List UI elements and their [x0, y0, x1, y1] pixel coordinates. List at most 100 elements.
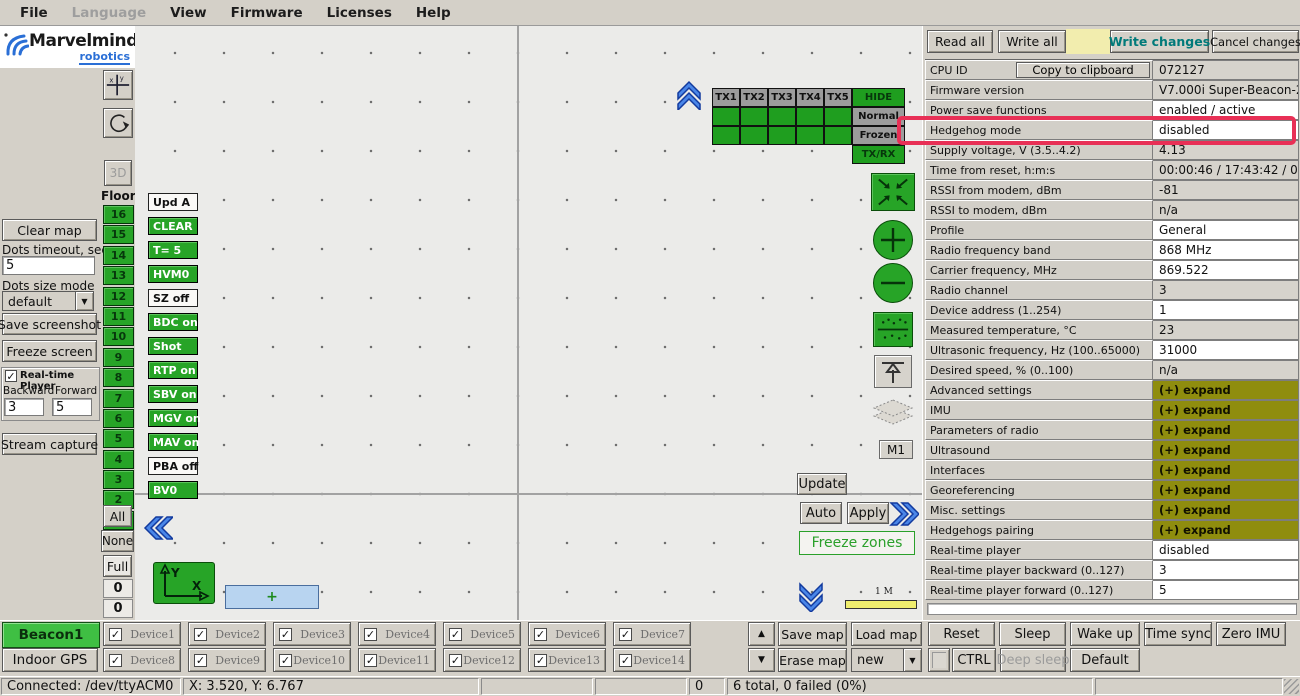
floors-none-button[interactable]: None — [101, 530, 134, 552]
axis-orientation-icon[interactable]: Y X — [153, 562, 215, 604]
checkbox-checked-icon[interactable]: ✓ — [364, 628, 377, 641]
chevron-left-icon[interactable] — [143, 514, 173, 542]
menu-item-licenses[interactable]: Licenses — [315, 2, 404, 24]
setting-value[interactable]: 23 — [1153, 320, 1299, 340]
checkbox-checked-icon[interactable]: ✓ — [619, 628, 632, 641]
tx-status-cell[interactable] — [768, 107, 796, 126]
device-toggle-device4[interactable]: ✓Device4 — [358, 622, 436, 646]
tx-hide-button[interactable]: HIDE — [852, 88, 905, 107]
checkbox-checked-icon[interactable]: ✓ — [109, 628, 122, 641]
setting-value[interactable]: 869.522 — [1153, 260, 1299, 280]
dots-timeout-input[interactable]: 5 — [2, 256, 95, 275]
ctrl-button[interactable]: CTRL — [952, 648, 996, 672]
tx-header-tx1[interactable]: TX1 — [712, 88, 740, 107]
stream-capture-button[interactable]: Stream capture — [2, 433, 97, 455]
wake-up-button[interactable]: Wake up — [1070, 622, 1140, 646]
floor-button-6[interactable]: 6 — [103, 409, 134, 428]
3d-view-button[interactable]: 3D — [104, 160, 132, 186]
xy-crosshair-button[interactable]: x y — [103, 70, 133, 100]
floor-button-9[interactable]: 9 — [103, 348, 134, 367]
chevron-right-icon[interactable] — [889, 500, 919, 528]
setting-value[interactable]: 31000 — [1153, 340, 1299, 360]
tx-status-cell[interactable] — [824, 107, 852, 126]
ctrl-checkbox[interactable] — [928, 648, 950, 672]
menu-item-firmware[interactable]: Firmware — [219, 2, 315, 24]
tx-txrx-button[interactable]: TX/RX — [852, 145, 905, 164]
time-sync-button[interactable]: Time sync — [1144, 622, 1212, 646]
setting-expand-button[interactable]: (+) expand — [1153, 520, 1299, 540]
tx-status-cell[interactable] — [768, 126, 796, 145]
apply-button[interactable]: Apply — [847, 502, 889, 524]
freeze-zones-button[interactable]: Freeze zones — [799, 531, 915, 555]
setting-value[interactable]: V7.000i Super-Beacon-2 — [1153, 80, 1299, 100]
tx-header-tx2[interactable]: TX2 — [740, 88, 768, 107]
realtime-player-checkbox[interactable]: ✓ — [5, 370, 17, 382]
checkbox-checked-icon[interactable]: ✓ — [534, 628, 547, 641]
map-button-bv0[interactable]: BV0 — [148, 481, 198, 499]
setting-value[interactable]: enabled / active — [1153, 100, 1299, 120]
clear-map-button[interactable]: Clear map — [2, 219, 97, 241]
tx-status-cell[interactable] — [712, 126, 740, 145]
device-toggle-device10[interactable]: ✓Device10 — [273, 648, 351, 672]
tx-status-cell[interactable] — [740, 126, 768, 145]
tx-header-tx4[interactable]: TX4 — [796, 88, 824, 107]
device-toggle-device1[interactable]: ✓Device1 — [103, 622, 181, 646]
update-button[interactable]: Update — [797, 473, 847, 495]
checkbox-checked-icon[interactable]: ✓ — [279, 654, 292, 667]
device-toggle-device14[interactable]: ✓Device14 — [613, 648, 691, 672]
menu-item-view[interactable]: View — [158, 2, 218, 24]
setting-value[interactable]: 868 MHz — [1153, 240, 1299, 260]
submit-map-button[interactable] — [874, 355, 912, 388]
floor-button-14[interactable]: 14 — [103, 246, 134, 265]
checkbox-checked-icon[interactable]: ✓ — [194, 628, 207, 641]
map-button-sz-off[interactable]: SZ off — [148, 289, 198, 307]
setting-expand-button[interactable]: (+) expand — [1153, 380, 1299, 400]
floors-full-button[interactable]: Full — [103, 555, 132, 577]
checkbox-checked-icon[interactable]: ✓ — [194, 654, 207, 667]
checkbox-checked-icon[interactable]: ✓ — [449, 628, 462, 641]
map-button-bdc-on[interactable]: BDC on — [148, 313, 198, 331]
setting-expand-button[interactable]: (+) expand — [1153, 420, 1299, 440]
tx-frozen-button[interactable]: Frozen — [852, 126, 905, 145]
setting-value[interactable]: 3 — [1153, 560, 1299, 580]
auto-button[interactable]: Auto — [800, 502, 842, 524]
checkbox-checked-icon[interactable]: ✓ — [279, 628, 292, 641]
setting-value[interactable]: n/a — [1153, 360, 1299, 380]
setting-expand-button[interactable]: (+) expand — [1153, 400, 1299, 420]
checkbox-checked-icon[interactable]: ✓ — [449, 654, 462, 667]
sleep-button[interactable]: Sleep — [999, 622, 1066, 646]
tx-status-cell[interactable] — [824, 126, 852, 145]
setting-value[interactable]: 1 — [1153, 300, 1299, 320]
device-toggle-device2[interactable]: ✓Device2 — [188, 622, 266, 646]
checkbox-checked-icon[interactable]: ✓ — [534, 654, 547, 667]
map-button-hvm0[interactable]: HVM0 — [148, 265, 198, 283]
device-toggle-device7[interactable]: ✓Device7 — [613, 622, 691, 646]
tx-status-cell[interactable] — [796, 107, 824, 126]
setting-value[interactable]: General — [1153, 220, 1299, 240]
device-toggle-device3[interactable]: ✓Device3 — [273, 622, 351, 646]
menu-item-file[interactable]: File — [8, 2, 60, 24]
tx-status-cell[interactable] — [740, 107, 768, 126]
floor-button-5[interactable]: 5 — [103, 429, 134, 448]
floor-button-3[interactable]: 3 — [103, 470, 134, 489]
resize-grip[interactable] — [1284, 679, 1299, 694]
setting-expand-button[interactable]: (+) expand — [1153, 440, 1299, 460]
dropdown-arrow-icon[interactable]: ▼ — [75, 292, 93, 310]
tx-header-tx3[interactable]: TX3 — [768, 88, 796, 107]
floor-button-15[interactable]: 15 — [103, 225, 134, 244]
tx-status-cell[interactable] — [712, 107, 740, 126]
map-button-shot[interactable]: Shot — [148, 337, 198, 355]
device-toggle-device11[interactable]: ✓Device11 — [358, 648, 436, 672]
freeze-screen-button[interactable]: Freeze screen — [2, 340, 97, 362]
default-button[interactable]: Default — [1070, 648, 1140, 672]
floor-button-10[interactable]: 10 — [103, 327, 134, 346]
map-button-pba-off[interactable]: PBA off — [148, 457, 198, 475]
copy-to-clipboard-button[interactable]: Copy to clipboard — [1016, 62, 1150, 78]
tx-normal-button[interactable]: Normal — [852, 107, 905, 126]
map-button-mav-on[interactable]: MAV on — [148, 433, 198, 451]
floor-button-4[interactable]: 4 — [103, 450, 134, 469]
zoom-out-button[interactable] — [873, 263, 913, 303]
map-button-sbv-on[interactable]: SBV on — [148, 385, 198, 403]
map-button-mgv-on[interactable]: MGV on — [148, 409, 198, 427]
map-select-arrow-icon[interactable]: ▼ — [903, 649, 921, 671]
